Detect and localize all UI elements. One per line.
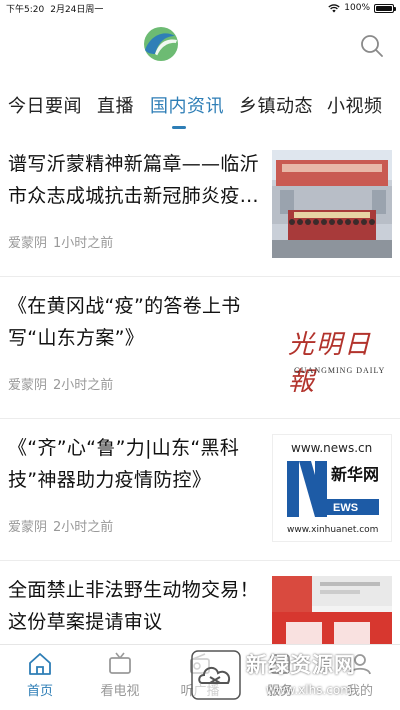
tabbar-home-label: 首页 <box>26 684 53 699</box>
tabbar-tv[interactable]: 看电视 <box>80 645 160 710</box>
news-time: 2小时之前 <box>53 520 114 535</box>
guangming-daily-masthead: 光明日報 <box>288 330 373 397</box>
news-item[interactable]: 全面禁止非法野生动物交易！这份草案提请审议 <box>0 562 400 644</box>
status-date: 2月24日周一 <box>50 4 104 15</box>
news-meta: 爱蒙阴 2小时之前 <box>8 516 113 535</box>
tv-icon <box>109 652 131 674</box>
news-title[interactable]: 谱写沂蒙精神新篇章——临沂市众志成城抗击新冠肺炎疫… <box>8 148 266 212</box>
header <box>0 16 400 78</box>
news-time: 2小时之前 <box>53 378 114 393</box>
battery-percent: 100% <box>344 3 370 13</box>
xinhua-brand: 新华网 <box>331 465 380 484</box>
tabbar-home[interactable]: 首页 <box>0 645 80 710</box>
status-bar: 下午5:20 2月24日周一 100% <box>0 0 400 16</box>
search-icon[interactable] <box>358 32 386 60</box>
news-author: 爱蒙阴 <box>8 236 48 251</box>
news-thumbnail-newspaper[interactable] <box>272 576 392 644</box>
battery-icon <box>374 3 396 13</box>
xinhua-url: www.xinhuanet.com <box>287 525 379 535</box>
cloud-logo-icon <box>191 650 241 700</box>
watermark-text: 新绿资源网 <box>246 653 356 677</box>
news-meta: 爱蒙阴 2小时之前 <box>8 374 113 393</box>
news-item[interactable]: 谱写沂蒙精神新篇章——临沂市众志成城抗击新冠肺炎疫… 爱蒙阴 1小时之前 <box>0 136 400 277</box>
news-item[interactable]: 《在黄冈战“疫”的答卷上书写“山东方案”》 爱蒙阴 2小时之前 光明日報 GUA… <box>0 278 400 419</box>
tab-domestic-news[interactable]: 国内资讯 <box>150 92 224 118</box>
app-logo-icon <box>144 27 178 61</box>
tab-active-indicator <box>172 126 186 129</box>
news-author: 爱蒙阴 <box>8 520 48 535</box>
news-thumbnail-group-photo[interactable] <box>272 150 392 258</box>
tab-today-news[interactable]: 今日要闻 <box>8 92 82 118</box>
status-time: 下午5:20 <box>6 4 45 15</box>
wifi-icon <box>328 3 340 12</box>
svg-text:EWS: EWS <box>333 502 358 514</box>
news-thumbnail-guangming-daily[interactable]: 光明日報 GUANGMING DAILY <box>272 292 392 400</box>
category-tabs: 今日要闻 直播 国内资讯 乡镇动态 小视频 <box>0 80 400 132</box>
watermark: 新绿资源网 www.xlhs.com <box>190 645 400 710</box>
tab-town-news[interactable]: 乡镇动态 <box>239 92 313 118</box>
news-title[interactable]: 《“齐”心“鲁”力|山东“黑科技”神器助力疫情防控》 <box>8 432 266 496</box>
news-time: 1小时之前 <box>53 236 114 251</box>
battery-fill <box>376 5 392 11</box>
news-title[interactable]: 《在黄冈战“疫”的答卷上书写“山东方案”》 <box>8 290 266 354</box>
xinhua-domain: www.news.cn <box>291 441 373 455</box>
news-meta: 爱蒙阴 1小时之前 <box>8 232 113 251</box>
news-item[interactable]: 《“齐”心“鲁”力|山东“黑科技”神器助力疫情防控》 爱蒙阴 2小时之前 www… <box>0 420 400 561</box>
tabbar-tv-label: 看电视 <box>100 684 140 699</box>
news-feed[interactable]: 谱写沂蒙精神新篇章——临沂市众志成城抗击新冠肺炎疫… 爱蒙阴 1小时之前 《在黄… <box>0 136 400 644</box>
news-thumbnail-xinhua[interactable]: www.news.cn EWS 新华网 www.xinhuanet.com <box>272 434 392 542</box>
news-author: 爱蒙阴 <box>8 378 48 393</box>
guangming-daily-subtitle: GUANGMING DAILY <box>294 366 386 375</box>
tab-live[interactable]: 直播 <box>97 92 134 118</box>
watermark-url: www.xlhs.com <box>266 683 352 697</box>
tab-short-video[interactable]: 小视频 <box>327 92 383 118</box>
home-icon <box>29 653 51 675</box>
news-title[interactable]: 全面禁止非法野生动物交易！这份草案提请审议 <box>8 574 266 638</box>
